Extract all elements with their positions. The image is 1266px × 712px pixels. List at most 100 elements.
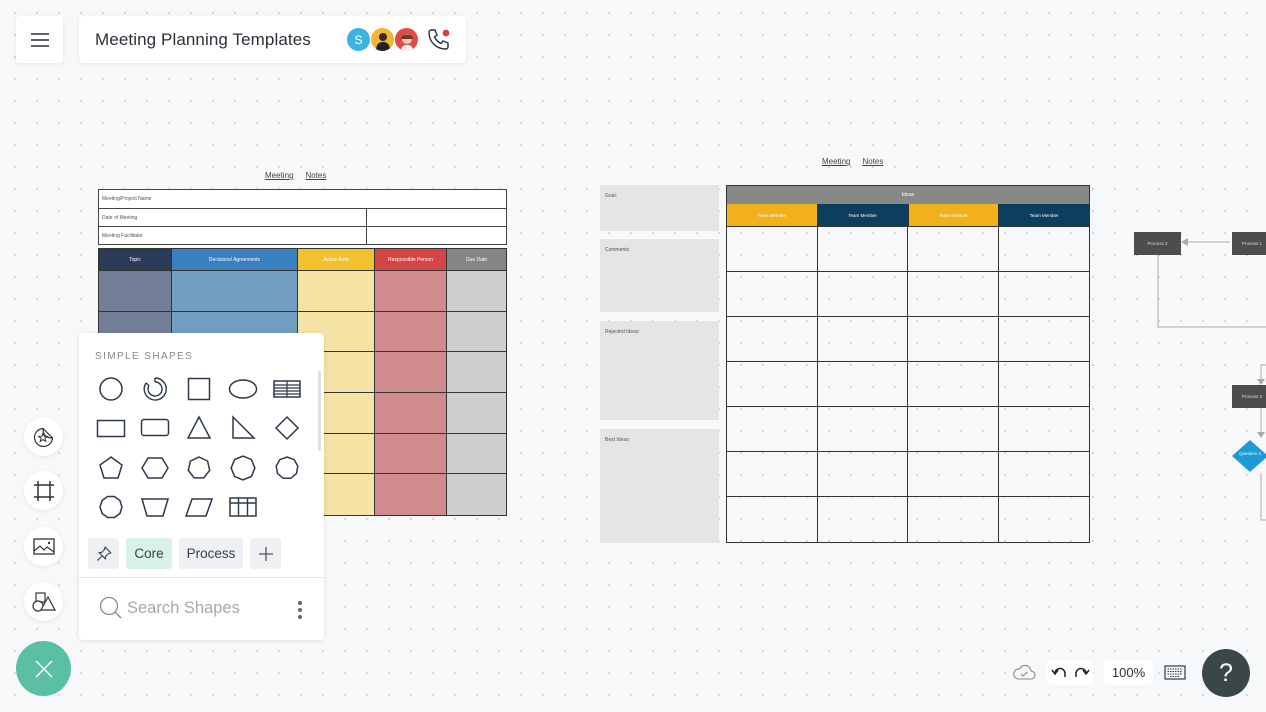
collaborator-avatar-s[interactable]: S: [346, 27, 371, 52]
idea-cell[interactable]: [727, 407, 818, 452]
zoom-level-button[interactable]: 100%: [1104, 660, 1153, 685]
idea-cell[interactable]: [908, 407, 999, 452]
idea-cell[interactable]: [817, 272, 908, 317]
table-cell[interactable]: [99, 271, 172, 312]
shape-octagon[interactable]: [221, 448, 265, 488]
flow-node-question-4[interactable]: Question 4: [1232, 440, 1266, 472]
idea-cell[interactable]: [727, 227, 818, 272]
idea-cell[interactable]: [908, 452, 999, 497]
table-cell[interactable]: [447, 393, 506, 434]
idea-cell[interactable]: [817, 362, 908, 407]
phone-icon[interactable]: [426, 27, 452, 53]
collaborator-avatar-3[interactable]: [394, 27, 419, 52]
shape-panel-scrollbar[interactable]: [318, 371, 321, 451]
frame-icon: [33, 480, 54, 501]
idea-cell[interactable]: [998, 407, 1089, 452]
flow-node-process-1[interactable]: Process 1: [1232, 232, 1266, 255]
idea-cell[interactable]: [908, 272, 999, 317]
frame-tool-button[interactable]: [24, 471, 63, 510]
shape-heptagon[interactable]: [177, 448, 221, 488]
octagon-icon: [230, 455, 256, 481]
shape-hexagon[interactable]: [133, 448, 177, 488]
flow-node-process-2[interactable]: Process 2: [1134, 232, 1181, 255]
idea-cell[interactable]: [908, 497, 999, 542]
document-title[interactable]: Meeting Planning Templates: [95, 30, 311, 50]
shapes-tool-button[interactable]: [24, 582, 63, 621]
search-shapes-input[interactable]: [127, 598, 277, 618]
goal-box[interactable]: Goal:: [600, 185, 719, 231]
ideas-grid[interactable]: Ideas Team Member Team Member Team Membe…: [726, 185, 1090, 543]
table-cell[interactable]: [375, 433, 447, 475]
idea-cell[interactable]: [817, 452, 908, 497]
idea-cell[interactable]: [727, 362, 818, 407]
pinned-libraries-tab[interactable]: [88, 538, 119, 569]
shape-diamond[interactable]: [265, 409, 309, 449]
shape-parallelogram[interactable]: [177, 488, 221, 528]
table-cell[interactable]: [447, 271, 506, 312]
keyboard-shortcuts-icon[interactable]: [1164, 665, 1186, 680]
comments-box[interactable]: Comments: [600, 239, 719, 312]
help-button[interactable]: ?: [1202, 649, 1250, 697]
idea-cell[interactable]: [817, 227, 908, 272]
idea-cell[interactable]: [817, 407, 908, 452]
shape-trapezoid[interactable]: [133, 488, 177, 528]
shape-right-triangle[interactable]: [221, 409, 265, 449]
table-cell[interactable]: [375, 352, 447, 393]
idea-cell[interactable]: [908, 227, 999, 272]
shape-rectangle[interactable]: [89, 409, 133, 449]
image-tool-button[interactable]: [24, 527, 63, 566]
tab-process[interactable]: Process: [179, 538, 243, 569]
table-cell[interactable]: [172, 271, 298, 312]
idea-cell[interactable]: [998, 272, 1089, 317]
idea-cell[interactable]: [818, 497, 908, 542]
shape-rounded-rectangle[interactable]: [133, 409, 177, 449]
idea-cell[interactable]: [908, 317, 999, 362]
shape-donut[interactable]: [133, 369, 177, 409]
table-cell[interactable]: [375, 271, 447, 312]
table-cell[interactable]: [447, 352, 506, 393]
table-cell[interactable]: [447, 311, 506, 353]
shape-circle[interactable]: [89, 369, 133, 409]
table-cell[interactable]: [298, 271, 375, 312]
collaborator-avatar-2[interactable]: [370, 27, 395, 52]
table-cell[interactable]: [375, 393, 447, 434]
idea-cell[interactable]: [998, 452, 1089, 497]
idea-cell[interactable]: [998, 227, 1089, 272]
cloud-check-icon: [1013, 664, 1036, 680]
main-menu-button[interactable]: [16, 16, 63, 63]
idea-cell[interactable]: [998, 317, 1089, 362]
table-cell[interactable]: [447, 474, 506, 515]
idea-cell[interactable]: [998, 362, 1089, 407]
idea-cell[interactable]: [908, 362, 999, 407]
shape-nonagon[interactable]: [265, 448, 309, 488]
table-cell[interactable]: [375, 474, 447, 515]
shape-grid-table[interactable]: [221, 488, 265, 528]
shape-triangle[interactable]: [177, 409, 221, 449]
best-ideas-box[interactable]: Best Ideas:: [600, 429, 719, 543]
sticker-tool-button[interactable]: [24, 417, 63, 456]
idea-cell[interactable]: [999, 497, 1090, 542]
heptagon-icon: [187, 455, 211, 479]
idea-cell[interactable]: [727, 317, 818, 362]
redo-icon[interactable]: [1074, 666, 1090, 680]
shape-table[interactable]: [265, 369, 309, 409]
flow-node-process-3[interactable]: Process 3: [1232, 385, 1266, 408]
add-library-button[interactable]: [250, 538, 281, 569]
close-toolbar-button[interactable]: [16, 641, 71, 696]
rejected-ideas-box[interactable]: Rejected Ideas:: [600, 321, 719, 420]
idea-cell[interactable]: [727, 452, 818, 497]
shape-library-tabs: Core Process: [88, 538, 281, 569]
meeting-info-table[interactable]: Meeting/Project Name Date of Meeting Mee…: [98, 189, 507, 245]
idea-cell[interactable]: [727, 497, 818, 542]
idea-cell[interactable]: [817, 317, 908, 362]
table-cell[interactable]: [375, 311, 447, 353]
tab-core[interactable]: Core: [126, 538, 172, 569]
idea-cell[interactable]: [727, 272, 818, 317]
shape-pentagon[interactable]: [89, 448, 133, 488]
more-options-button[interactable]: [295, 599, 305, 621]
shape-decagon[interactable]: [89, 488, 133, 528]
table-cell[interactable]: [447, 433, 506, 475]
shape-square[interactable]: [177, 369, 221, 409]
undo-icon[interactable]: [1050, 666, 1067, 680]
shape-ellipse[interactable]: [221, 369, 265, 409]
